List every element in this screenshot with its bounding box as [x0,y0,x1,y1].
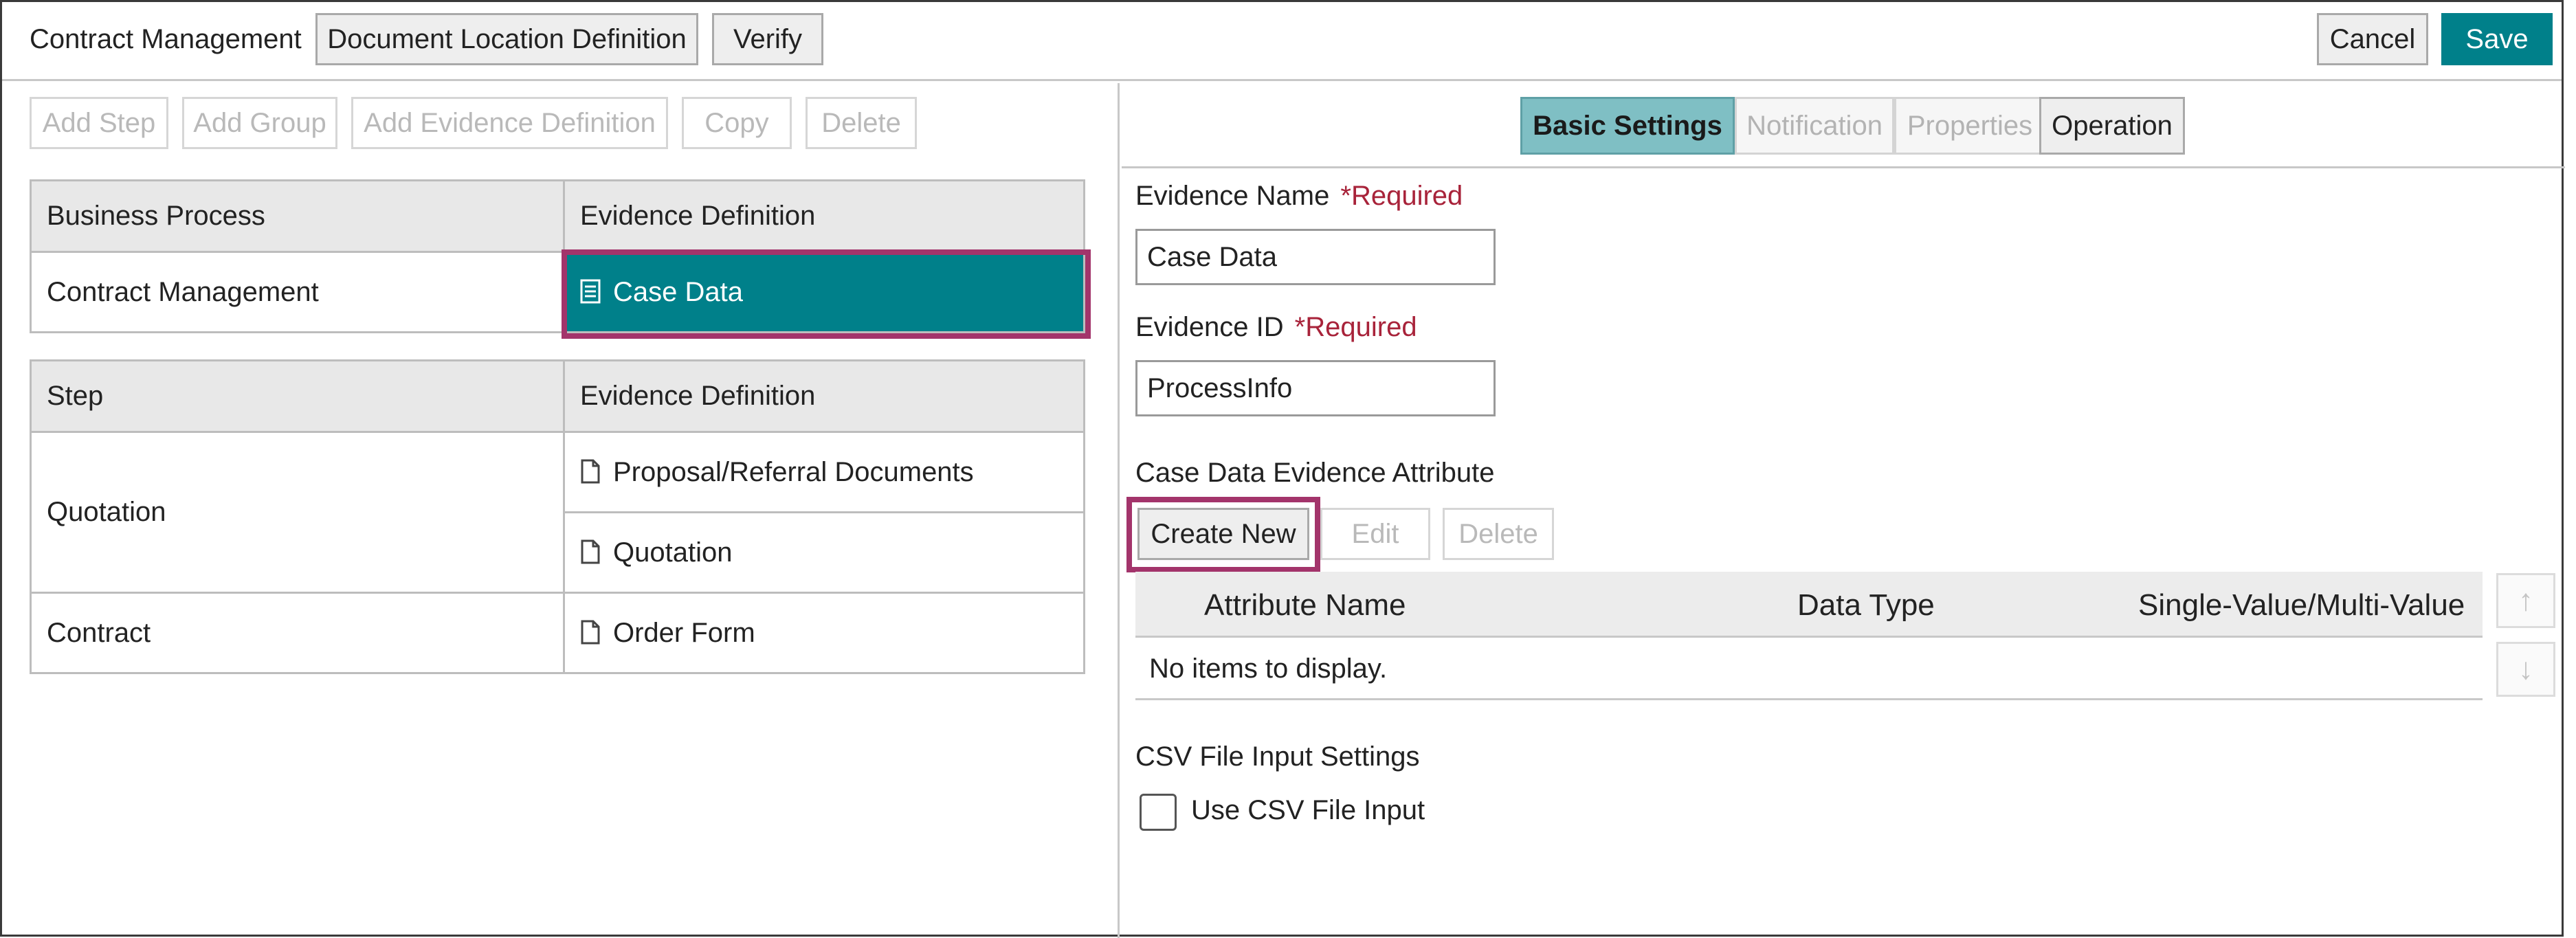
evidence-label: Order Form [613,617,755,648]
cancel-button[interactable]: Cancel [2317,13,2428,65]
document-icon [581,620,600,644]
step-cell-contract[interactable]: Contract [30,592,565,674]
attribute-section-label: Case Data Evidence Attribute [1135,458,1495,488]
column-header-evidence-definition: Evidence Definition [563,179,1085,253]
step-table: Step Evidence Definition Quotation Propo… [30,359,1085,674]
column-header-evidence-definition: Evidence Definition [563,359,1085,433]
arrow-up-icon: ↑ [2518,583,2533,617]
arrow-down-icon: ↓ [2518,652,2533,686]
evidence-cell[interactable]: Proposal/Referral Documents [563,431,1085,513]
empty-message: No items to display. [1149,654,1388,684]
column-header-data-type: Data Type [1797,588,1935,622]
use-csv-label[interactable]: Use CSV File Input [1191,795,1425,826]
delete-button[interactable]: Delete [806,97,917,149]
tab-basic-settings[interactable]: Basic Settings [1520,97,1735,155]
column-header-value-type: Single-Value/Multi-Value [2138,588,2465,622]
verify-button[interactable]: Verify [712,13,823,65]
header-bar: Contract Management Document Location De… [2,2,2562,81]
tab-operation[interactable]: Operation [2039,97,2185,155]
use-csv-checkbox[interactable] [1140,794,1177,831]
move-up-button[interactable]: ↑ [2496,573,2555,628]
column-header-attribute-name: Attribute Name [1204,588,1406,622]
evidence-label: Proposal/Referral Documents [613,456,974,487]
add-step-button[interactable]: Add Step [30,97,168,149]
step-cell-quotation[interactable]: Quotation [30,431,565,594]
evidence-cell[interactable]: Order Form [563,592,1085,674]
list-document-icon [580,279,601,303]
evidence-name-label: Evidence Name *Required [1135,181,1463,212]
app-window: Contract Management Document Location De… [0,0,2565,938]
save-button[interactable]: Save [2441,13,2553,65]
edit-button[interactable]: Edit [1320,508,1430,560]
evidence-cell-case-data[interactable]: Case Data [562,249,1091,339]
evidence-name-label-text: Evidence Name [1135,181,1330,211]
move-down-button[interactable]: ↓ [2496,642,2555,697]
evidence-id-label: Evidence ID *Required [1135,312,1417,343]
column-header-business-process: Business Process [30,179,565,253]
attribute-grid-header: Attribute Name Data Type Single-Value/Mu… [1135,572,2483,638]
evidence-cell[interactable]: Quotation [563,511,1085,594]
copy-button[interactable]: Copy [682,97,792,149]
column-header-step: Step [30,359,565,433]
add-evidence-definition-button[interactable]: Add Evidence Definition [351,97,668,149]
tab-properties[interactable]: Properties [1894,97,2045,155]
evidence-label: Case Data [613,276,743,307]
definition-tree-panel: Add Step Add Group Add Evidence Definiti… [2,83,1120,938]
required-indicator: *Required [1294,312,1417,342]
csv-section-label: CSV File Input Settings [1135,741,1420,772]
app-title: Contract Management [30,24,302,54]
document-icon [581,459,600,483]
process-cell[interactable]: Contract Management [30,251,565,333]
attribute-grid-empty-row: No items to display. [1135,638,2483,700]
evidence-id-label-text: Evidence ID [1135,312,1284,342]
document-icon [581,539,600,563]
tab-notification[interactable]: Notification [1735,97,1894,155]
settings-tabs: Basic Settings Notification Properties O… [1122,83,2565,168]
add-group-button[interactable]: Add Group [182,97,337,149]
required-indicator: *Required [1340,181,1463,211]
document-location-definition-button[interactable]: Document Location Definition [315,13,698,65]
business-process-table: Business Process Evidence Definition Con… [30,179,1091,339]
attribute-delete-button[interactable]: Delete [1443,508,1554,560]
create-new-button[interactable]: Create New [1137,508,1309,560]
evidence-id-input[interactable] [1135,360,1496,416]
settings-panel: Basic Settings Notification Properties O… [1122,83,2565,938]
evidence-name-input[interactable] [1135,229,1496,285]
evidence-label: Quotation [613,537,733,568]
